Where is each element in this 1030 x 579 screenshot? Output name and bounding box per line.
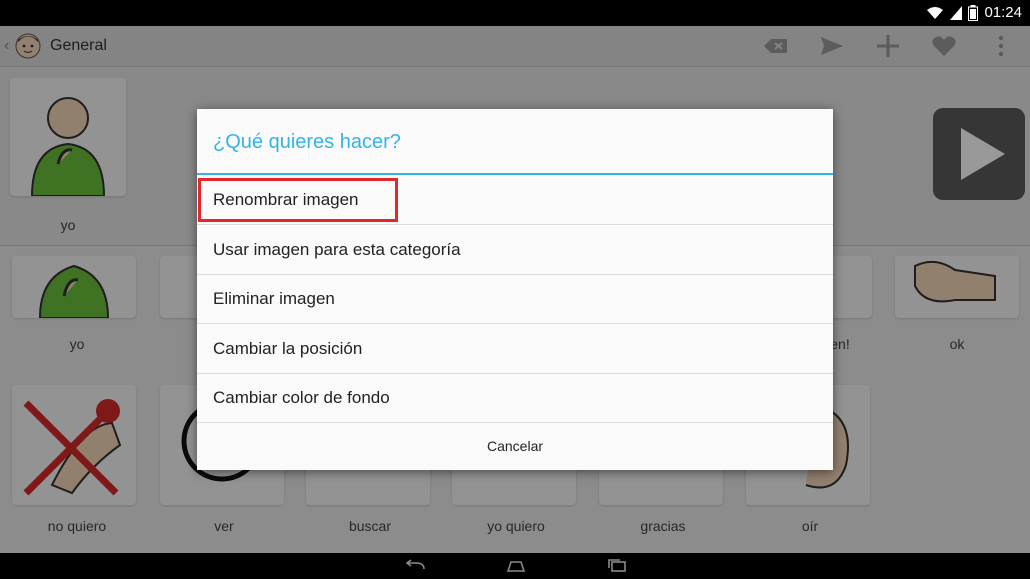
status-bar: 01:24 xyxy=(0,0,1030,26)
status-icons: 01:24 xyxy=(926,4,1022,21)
option-delete-image[interactable]: Eliminar imagen xyxy=(197,274,833,324)
option-use-image-for-category[interactable]: Usar imagen para esta categoría xyxy=(197,225,833,275)
status-time: 01:24 xyxy=(984,4,1022,21)
nav-back-icon[interactable] xyxy=(404,559,426,573)
navigation-bar xyxy=(0,553,1030,579)
battery-icon xyxy=(968,4,979,21)
option-change-background-color[interactable]: Cambiar color de fondo xyxy=(197,373,833,423)
option-label: Usar imagen para esta categoría xyxy=(213,240,461,259)
option-label: Cambiar color de fondo xyxy=(213,388,390,407)
nav-recents-icon[interactable] xyxy=(606,559,628,573)
nav-home-icon[interactable] xyxy=(505,559,527,573)
signal-icon xyxy=(950,5,963,20)
dialog-title: ¿Qué quieres hacer? xyxy=(213,131,401,153)
option-label: Cambiar la posición xyxy=(213,339,363,358)
option-change-position[interactable]: Cambiar la posición xyxy=(197,324,833,374)
highlight-box xyxy=(198,178,398,222)
action-dialog: ¿Qué quieres hacer? Renombrar imagen Usa… xyxy=(197,109,833,470)
option-label: Eliminar imagen xyxy=(213,289,335,308)
cancel-button[interactable]: Cancelar xyxy=(197,422,833,470)
wifi-icon xyxy=(927,6,944,19)
